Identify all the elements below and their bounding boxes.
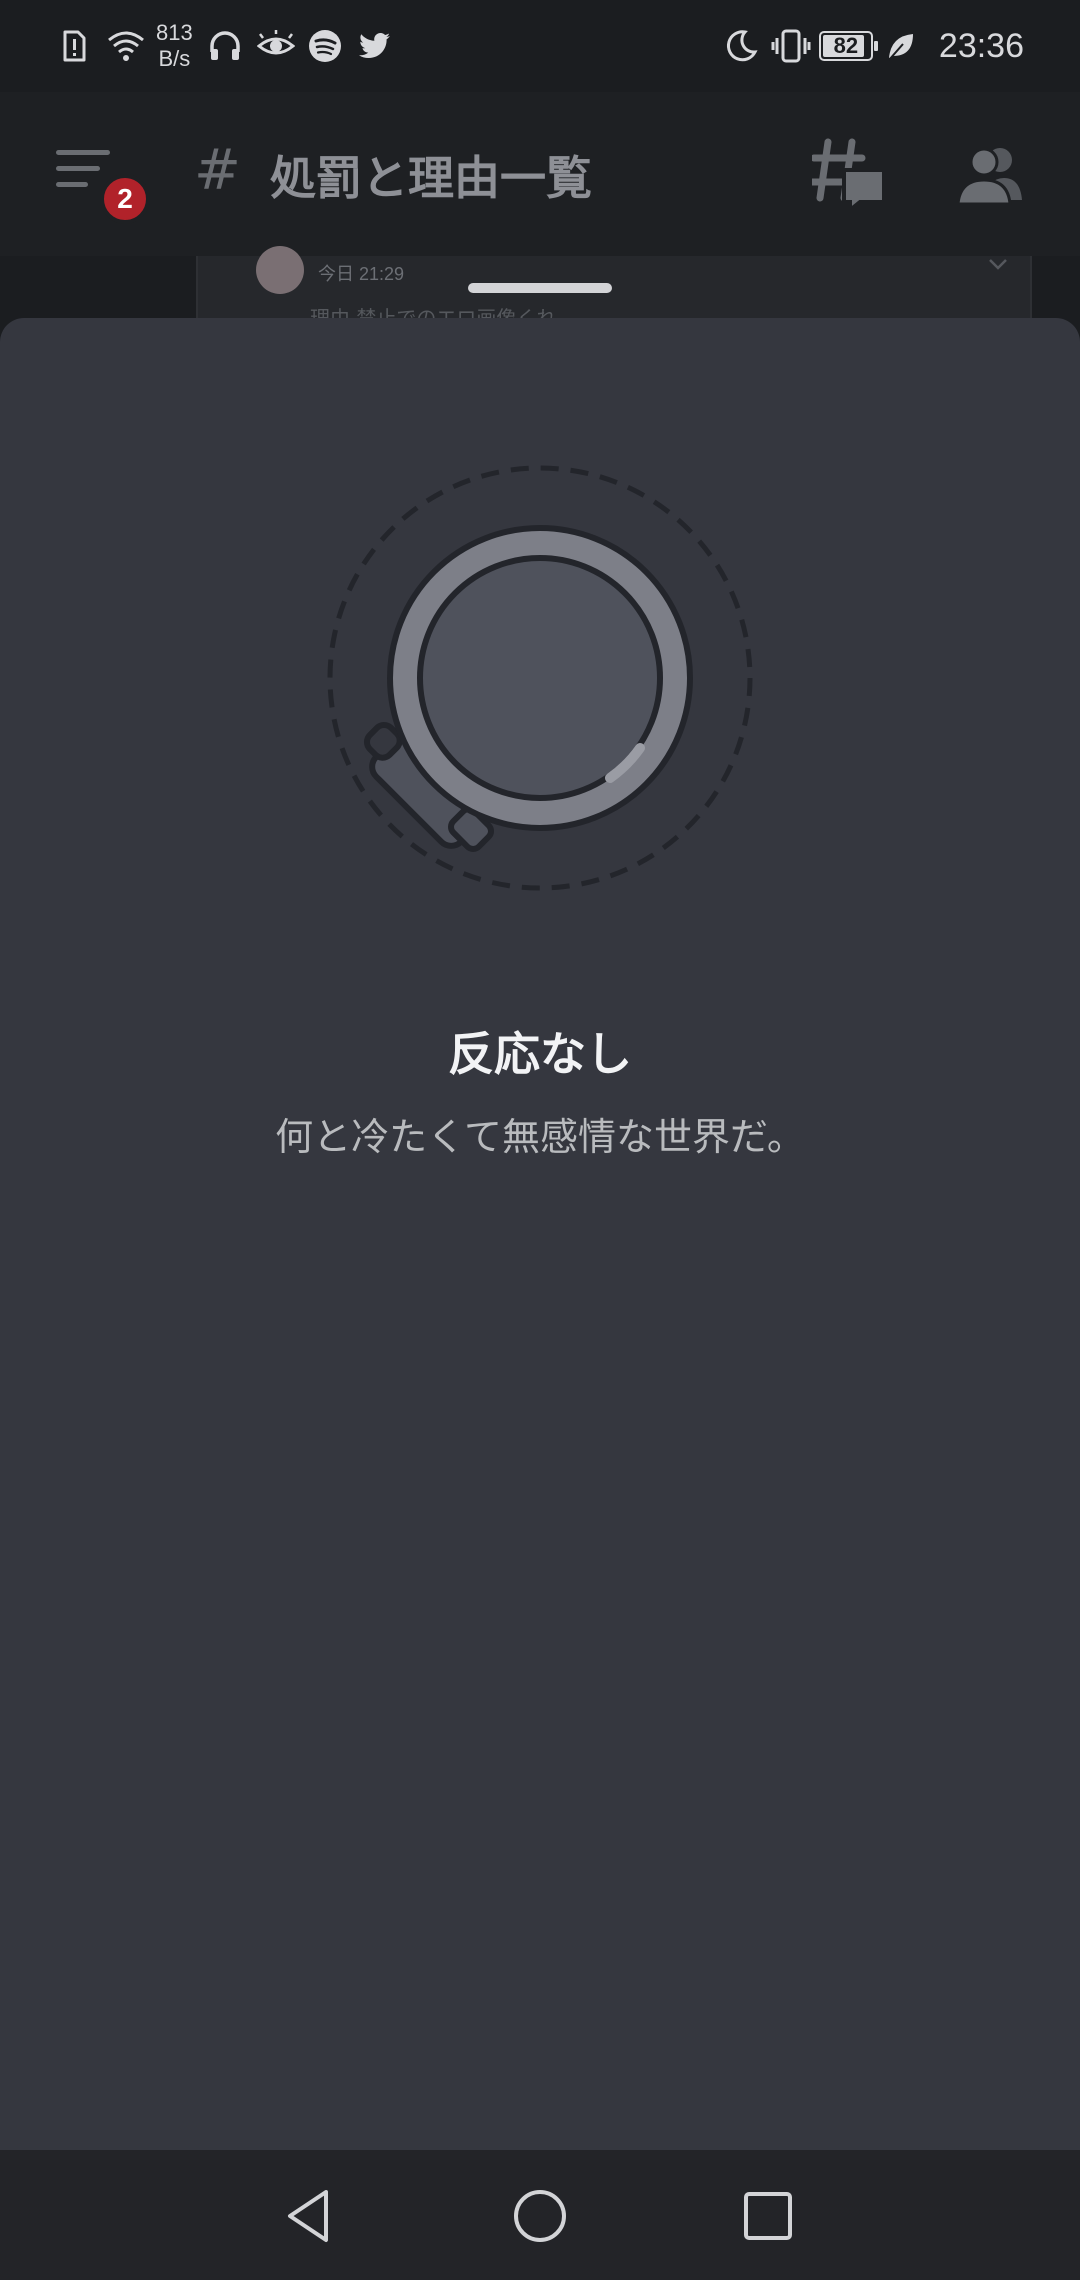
- channel-title: 処罰と理由一覧: [270, 151, 592, 205]
- message-timestamp: 今日 21:29: [318, 264, 405, 284]
- threads-button[interactable]: [808, 138, 888, 215]
- status-bar: 813 B/s 82 23:36: [0, 0, 1080, 92]
- magnifier-illustration: [310, 458, 770, 918]
- network-speed: 813 B/s: [156, 20, 193, 72]
- message-preview: 今日 21:29 理由 禁止でのエロ画像くれ: [196, 246, 1032, 330]
- vibrate-icon: [771, 28, 811, 64]
- threads-icon: [808, 138, 886, 215]
- home-icon: [514, 2190, 566, 2242]
- menu-button[interactable]: 2: [50, 146, 150, 236]
- back-icon: [288, 2190, 328, 2242]
- network-speed-unit: B/s: [158, 46, 191, 71]
- back-button[interactable]: [280, 2186, 340, 2246]
- chevron-down-icon: [988, 252, 1008, 277]
- recents-icon: [744, 2192, 792, 2240]
- recents-button[interactable]: [738, 2186, 798, 2246]
- twitter-icon: [357, 28, 393, 64]
- sheet-drag-handle[interactable]: [468, 283, 612, 293]
- reactions-sheet: 反応なし 何と冷たくて無感情な世界だ。: [0, 318, 1080, 2150]
- unread-badge: 2: [100, 174, 150, 224]
- navigation-bar: [0, 2150, 1080, 2280]
- channel-header: 2 # 処罰と理由一覧: [0, 92, 1080, 256]
- status-bar-right: 82 23:36: [723, 18, 1024, 74]
- avatar: [256, 246, 304, 294]
- magnifier-icon: [327, 465, 753, 891]
- home-button[interactable]: [510, 2186, 570, 2246]
- wifi-icon: [106, 28, 144, 64]
- status-bar-left: 813 B/s: [56, 18, 393, 74]
- moon-icon: [723, 28, 759, 64]
- leaf-icon: [885, 28, 921, 64]
- channel-hash-icon: #: [194, 138, 241, 203]
- members-icon: [956, 147, 1022, 206]
- headphones-icon: [207, 28, 243, 64]
- alert-card-icon: [56, 28, 92, 64]
- spotify-icon: [307, 28, 343, 64]
- empty-state-subtitle: 何と冷たくて無感情な世界だ。: [275, 1115, 805, 1159]
- eye-icon: [256, 28, 296, 64]
- battery-icon: 82: [818, 31, 878, 61]
- empty-state-title: 反応なし: [448, 1027, 632, 1081]
- members-button[interactable]: [956, 142, 1024, 210]
- clock: 23:36: [938, 26, 1024, 65]
- battery-level: 82: [833, 33, 859, 58]
- network-speed-value: 813: [156, 20, 193, 45]
